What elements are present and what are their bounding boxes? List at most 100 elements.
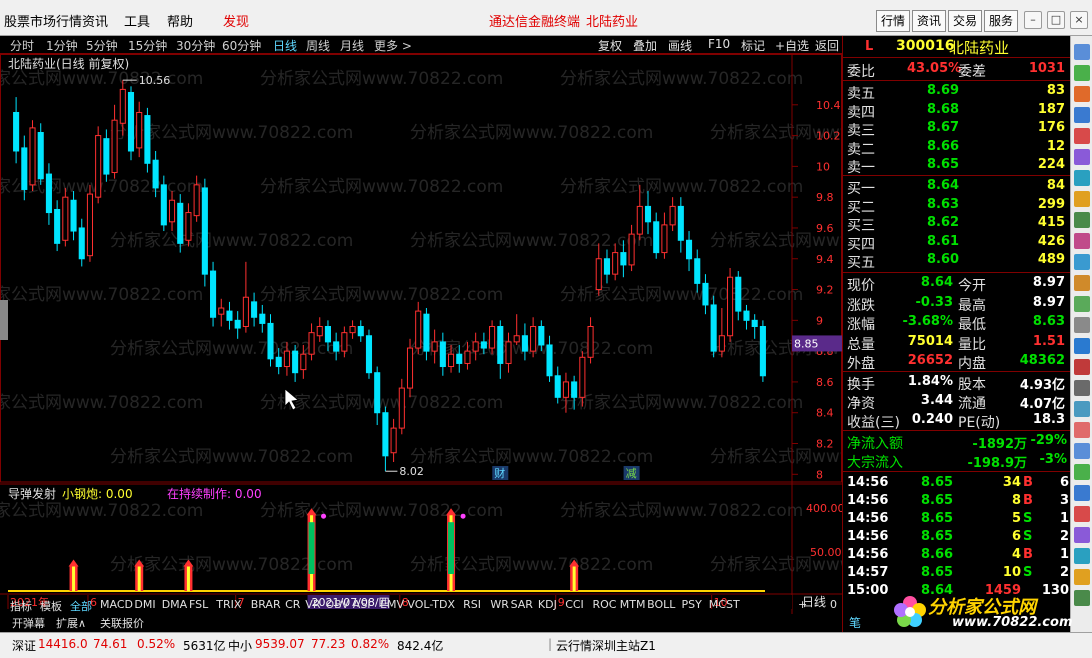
candle[interactable] [29, 120, 36, 192]
candle[interactable] [111, 104, 118, 179]
side-tool-icon[interactable] [1074, 212, 1090, 228]
candle[interactable] [54, 200, 61, 252]
side-tool-icon[interactable] [1074, 485, 1090, 501]
ticks-unit-label[interactable]: 笔 [849, 614, 861, 631]
indicator-tab-14[interactable]: VOL-TDX [407, 598, 455, 611]
side-tool-icon[interactable] [1074, 359, 1090, 375]
side-tool-icon[interactable] [1074, 86, 1090, 102]
minimize-icon[interactable]: – [1024, 11, 1042, 29]
indicator-tab-17[interactable]: SAR [511, 598, 533, 611]
indicator-tab-21[interactable]: MTM [620, 598, 646, 611]
candle[interactable] [702, 274, 709, 315]
candle[interactable] [45, 163, 52, 225]
tab-trade[interactable]: 交易 [948, 10, 983, 32]
ask-price[interactable]: 8.69 [927, 83, 959, 98]
period-tab-8[interactable]: 月线 [340, 37, 364, 54]
side-tool-icon[interactable] [1074, 422, 1090, 438]
side-tool-icon[interactable] [1074, 65, 1090, 81]
candle[interactable] [382, 406, 389, 472]
candle[interactable] [530, 317, 537, 358]
candle[interactable] [234, 311, 241, 339]
bid-price[interactable]: 8.60 [927, 252, 959, 267]
side-tool-icon[interactable] [1074, 275, 1090, 291]
ask-price[interactable]: 8.68 [927, 102, 959, 117]
candle[interactable] [201, 178, 208, 287]
candle[interactable] [177, 194, 184, 253]
candle[interactable] [644, 191, 652, 235]
chart-tool-1[interactable]: 叠加 [633, 37, 657, 54]
bid-price[interactable]: 8.63 [927, 197, 959, 212]
candle[interactable] [267, 314, 274, 367]
period-tab-2[interactable]: 5分钟 [86, 37, 118, 54]
candle[interactable] [365, 329, 373, 379]
candle[interactable] [677, 197, 684, 253]
candle[interactable] [603, 249, 611, 284]
candle[interactable] [185, 203, 192, 247]
indicator-control-0[interactable]: + [798, 598, 807, 611]
period-tab-7[interactable]: 周线 [306, 37, 330, 54]
toggle-danmu-button[interactable]: 开弹幕 [12, 615, 45, 631]
menu-item-help[interactable]: 帮助 [167, 11, 193, 30]
side-tool-icon[interactable] [1074, 527, 1090, 543]
indicator-tab-1[interactable]: 模板 [40, 598, 62, 614]
candle[interactable] [513, 314, 520, 345]
menu-item-discover[interactable]: 发现 [223, 11, 249, 30]
side-tool-icon[interactable] [1074, 233, 1090, 249]
indicator-tab-3[interactable]: MACD [100, 598, 133, 611]
candle[interactable] [406, 338, 414, 398]
candle[interactable] [259, 304, 266, 333]
candle[interactable] [357, 320, 364, 342]
ask-price[interactable]: 8.66 [927, 139, 959, 154]
chart-tool-6[interactable]: 返回 [815, 37, 839, 54]
indicator-tab-15[interactable]: RSI [463, 598, 481, 611]
period-tab-3[interactable]: 15分钟 [128, 37, 167, 54]
indicator-tab-7[interactable]: TRIX [216, 598, 241, 611]
indicator-tab-9[interactable]: CR [285, 598, 300, 611]
indicator-tab-2[interactable]: 全部 [70, 598, 92, 614]
candle[interactable] [349, 320, 356, 339]
candle[interactable] [743, 304, 750, 330]
candle[interactable] [136, 101, 143, 158]
candle[interactable] [13, 97, 20, 164]
indicator-tab-19[interactable]: CCI [565, 598, 584, 611]
bid-price[interactable]: 8.64 [927, 178, 959, 193]
candle[interactable] [710, 295, 717, 358]
missile-signal[interactable] [68, 559, 79, 592]
candle[interactable] [251, 292, 258, 327]
candle[interactable] [374, 366, 381, 426]
menu-item-tools[interactable]: 工具 [124, 11, 150, 30]
side-tool-icon[interactable] [1074, 254, 1090, 270]
maximize-icon[interactable]: □ [1047, 11, 1065, 29]
side-tool-icon[interactable] [1074, 464, 1090, 480]
side-tool-icon[interactable] [1074, 44, 1090, 60]
candle[interactable] [70, 191, 77, 241]
period-tab-5[interactable]: 60分钟 [222, 37, 261, 54]
candle[interactable] [144, 107, 151, 173]
ask-price[interactable]: 8.65 [927, 157, 959, 172]
menu-item-market[interactable]: 股票市场行情 [4, 11, 82, 30]
side-tool-icon[interactable] [1074, 569, 1090, 585]
side-tool-icon[interactable] [1074, 191, 1090, 207]
candle[interactable] [62, 187, 69, 247]
candle[interactable] [78, 218, 85, 267]
candle[interactable] [218, 298, 225, 327]
event-marker[interactable]: 财 [494, 466, 505, 480]
tab-quotes[interactable]: 行情 [876, 10, 911, 32]
side-tool-icon[interactable] [1074, 338, 1090, 354]
indicator-tab-6[interactable]: FSL [189, 598, 208, 611]
chart-tool-5[interactable]: +自选 [775, 37, 809, 54]
indicator-tab-16[interactable]: WR [490, 598, 509, 611]
side-tool-icon[interactable] [1074, 317, 1090, 333]
side-tool-icon[interactable] [1074, 107, 1090, 123]
indicator-control-1[interactable]: - [814, 598, 818, 611]
period-tab-0[interactable]: 分时 [10, 37, 34, 54]
candle[interactable] [103, 129, 110, 182]
related-quote-button[interactable]: 关联报价 [100, 615, 144, 631]
period-tab-6[interactable]: 日线 [273, 37, 297, 54]
candle[interactable] [595, 243, 602, 296]
indicator-tab-18[interactable]: KDJ [538, 598, 557, 611]
indicator-tab-22[interactable]: BOLL [647, 598, 675, 611]
chart-tool-2[interactable]: 画线 [668, 37, 692, 54]
indicator-tab-23[interactable]: PSY [682, 598, 702, 611]
candle[interactable] [735, 271, 742, 321]
